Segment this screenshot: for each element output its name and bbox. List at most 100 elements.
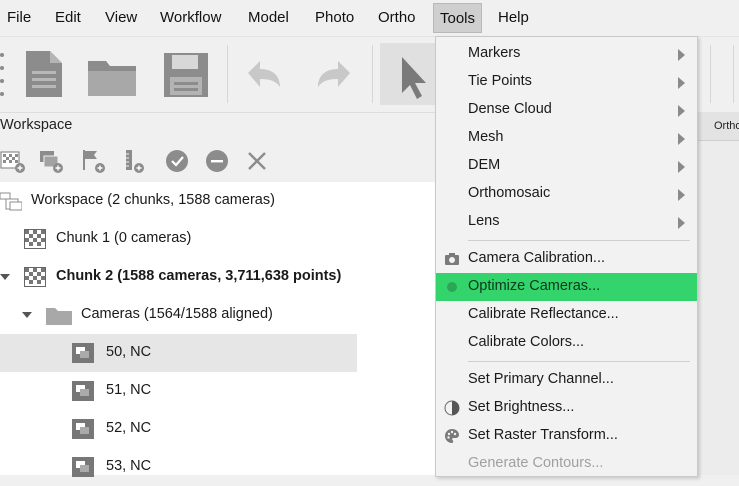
tree-item-chunk-2[interactable]: Chunk 2 (1588 cameras, 3,711,638 points): [0, 258, 435, 296]
submenu-arrow-icon: [678, 77, 685, 89]
tree-item-label: Chunk 1 (0 cameras): [56, 230, 192, 246]
menu-item-mesh[interactable]: Mesh: [436, 124, 697, 152]
submenu-arrow-icon: [678, 133, 685, 145]
tree-item-cameras-folder[interactable]: Cameras (1564/1588 aligned): [0, 296, 435, 334]
menu-item-camera-calibration[interactable]: Camera Calibration...: [436, 245, 697, 273]
menu-item-orthomosaic[interactable]: Orthomosaic: [436, 180, 697, 208]
brightness-icon: [444, 400, 460, 416]
tree-item-camera[interactable]: 52, NC: [0, 410, 435, 448]
menu-item-label: Lens: [468, 213, 500, 229]
menu-item-markers[interactable]: Markers: [436, 40, 697, 68]
menu-item-label: Tie Points: [468, 73, 532, 89]
menu-item-tie-points[interactable]: Tie Points: [436, 68, 697, 96]
menu-item-set-primary-channel[interactable]: Set Primary Channel...: [436, 366, 697, 394]
save-button[interactable]: [158, 43, 214, 105]
tree-item-camera[interactable]: 51, NC: [0, 372, 435, 410]
undo-button[interactable]: [236, 43, 292, 105]
menu-item-label: Camera Calibration...: [468, 250, 605, 266]
menu-item-dem[interactable]: DEM: [436, 152, 697, 180]
camera-photo-icon: [72, 419, 94, 439]
menu-item-label: Markers: [468, 45, 521, 61]
add-photos-icon[interactable]: [38, 148, 64, 174]
add-scalebar-icon[interactable]: [122, 148, 148, 174]
save-icon: [164, 53, 208, 97]
redo-button[interactable]: [306, 43, 362, 105]
toolbar-separator: [710, 45, 711, 103]
menu-item-label: Calibrate Reflectance...: [468, 306, 619, 322]
tree-item-label: 51, NC: [106, 382, 152, 398]
menu-item-lens[interactable]: Lens: [436, 208, 697, 236]
menu-view[interactable]: View: [105, 9, 137, 26]
menu-photo[interactable]: Photo: [315, 9, 354, 26]
menu-item-set-brightness[interactable]: Set Brightness...: [436, 394, 697, 422]
add-chunk-icon[interactable]: [0, 148, 26, 174]
tree-item-label: 53, NC: [106, 458, 152, 474]
new-document-icon: [26, 51, 62, 97]
remove-close-icon[interactable]: [245, 148, 271, 174]
workspace-toolbar: [0, 143, 435, 177]
optimize-icon: [444, 279, 460, 295]
toolbar-separator: [372, 45, 373, 103]
menu-ortho[interactable]: Ortho: [378, 9, 416, 26]
tree-item-label: Workspace (2 chunks, 1588 cameras): [31, 192, 275, 208]
menu-item-label: Optimize Cameras...: [468, 278, 601, 294]
menu-item-generate-contours: Generate Contours...: [436, 450, 697, 478]
menu-item-label: Orthomosaic: [468, 185, 551, 201]
tree-item-chunk-1[interactable]: Chunk 1 (0 cameras): [0, 220, 435, 258]
tree-item-label: 50, NC: [106, 344, 152, 360]
redo-icon: [318, 61, 350, 87]
open-folder-icon: [88, 61, 136, 96]
open-folder-button[interactable]: [84, 43, 140, 105]
expand-arrow-icon[interactable]: [22, 309, 34, 321]
tree-item-label: Cameras (1564/1588 aligned): [81, 306, 273, 322]
submenu-arrow-icon: [678, 49, 685, 61]
disable-minus-icon[interactable]: [205, 148, 231, 174]
pointer-icon: [402, 57, 426, 99]
menu-item-optimize-cameras[interactable]: Optimize Cameras...: [436, 273, 697, 301]
menu-separator: [468, 240, 690, 241]
menu-tools[interactable]: Tools: [433, 3, 483, 33]
undo-icon: [248, 61, 280, 87]
tree-item-workspace[interactable]: Workspace (2 chunks, 1588 cameras): [0, 182, 435, 220]
toolbar-grip-icon[interactable]: [0, 51, 6, 97]
palette-icon: [444, 428, 460, 444]
tree-item-camera[interactable]: 53, NC: [0, 448, 435, 486]
camera-photo-icon: [72, 457, 94, 477]
menu-item-label: Set Brightness...: [468, 399, 575, 415]
workspace-panel-title: Workspace: [0, 117, 73, 133]
menu-item-calibrate-colors[interactable]: Calibrate Colors...: [436, 329, 697, 357]
tree-item-label: 52, NC: [106, 420, 152, 436]
menu-model[interactable]: Model: [248, 9, 289, 26]
menu-item-label: Generate Contours...: [468, 455, 604, 471]
tree-item-label: Chunk 2 (1588 cameras, 3,711,638 points): [56, 268, 342, 284]
submenu-arrow-icon: [678, 189, 685, 201]
menu-help[interactable]: Help: [498, 9, 529, 26]
camera-photo-icon: [72, 343, 94, 363]
enable-check-icon[interactable]: [165, 148, 191, 174]
tools-menu: Markers Tie Points Dense Cloud Mesh DEM …: [435, 36, 698, 477]
toolbar-separator: [733, 45, 734, 103]
menu-edit[interactable]: Edit: [55, 9, 81, 26]
folder-icon: [46, 305, 72, 325]
toolbar-separator: [227, 45, 228, 103]
workspace-icon: [0, 191, 23, 211]
tab-ortho[interactable]: Ortho: [714, 120, 739, 132]
new-document-button[interactable]: [18, 43, 74, 105]
menu-item-dense-cloud[interactable]: Dense Cloud: [436, 96, 697, 124]
menu-item-label: Mesh: [468, 129, 504, 145]
add-marker-icon[interactable]: [80, 148, 106, 174]
menu-file[interactable]: File: [7, 9, 31, 26]
workspace-tree: Workspace (2 chunks, 1588 cameras) Chunk…: [0, 182, 435, 477]
menu-workflow[interactable]: Workflow: [160, 9, 221, 26]
camera-photo-icon: [72, 381, 94, 401]
menu-item-label: Dense Cloud: [468, 101, 552, 117]
submenu-arrow-icon: [678, 217, 685, 229]
menu-item-label: Set Raster Transform...: [468, 427, 618, 443]
chunk-icon: [24, 267, 46, 287]
expand-arrow-icon[interactable]: [0, 271, 12, 283]
select-pointer-button[interactable]: [380, 43, 436, 105]
menu-item-label: Calibrate Colors...: [468, 334, 585, 350]
tree-item-camera[interactable]: 50, NC: [0, 334, 357, 372]
menu-item-calibrate-reflectance[interactable]: Calibrate Reflectance...: [436, 301, 697, 329]
menu-item-set-raster-transform[interactable]: Set Raster Transform...: [436, 422, 697, 450]
